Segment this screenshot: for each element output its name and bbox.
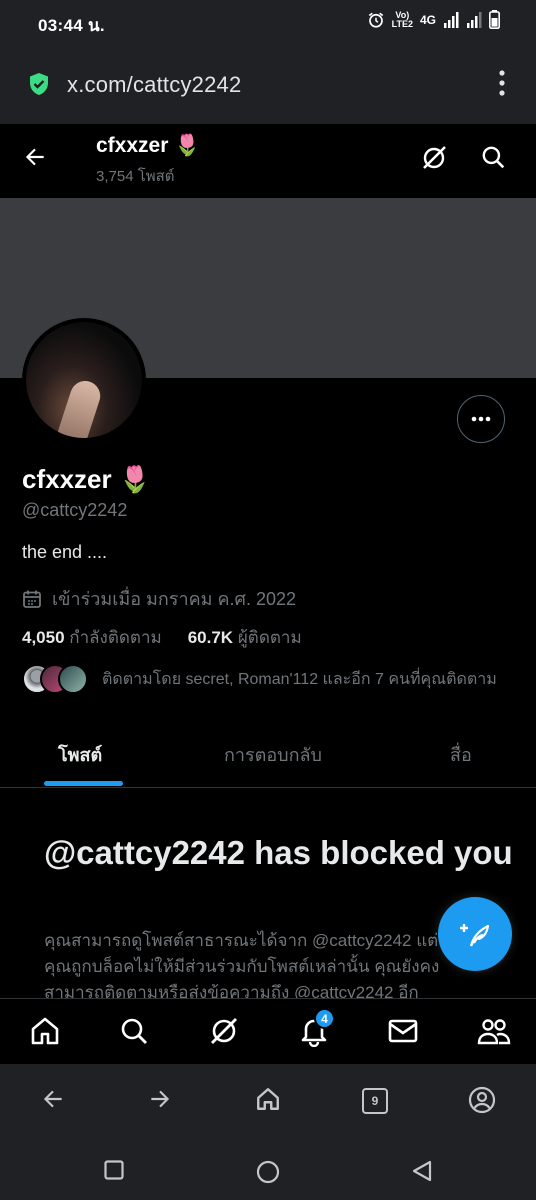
account-icon[interactable] bbox=[468, 1086, 496, 1114]
followers-link[interactable]: 60.7K ผู้ติดตาม bbox=[188, 624, 302, 651]
bottom-navigation: 4 bbox=[0, 998, 536, 1064]
followed-by-text: ติดตามโดย secret, Roman'112 และอีก 7 คนท… bbox=[102, 670, 497, 688]
signal-icon-2 bbox=[467, 11, 482, 28]
profile-bio: the end .... bbox=[22, 542, 108, 562]
header-name: cfxxzer 🌷 bbox=[96, 134, 201, 157]
status-bar: 03:44 น. Vo) LTE2 4G bbox=[0, 0, 536, 44]
following-count: 4,050 bbox=[22, 628, 65, 647]
tab-media[interactable]: สื่อ bbox=[450, 740, 472, 769]
volte-indicator: Vo) LTE2 bbox=[391, 9, 413, 29]
alarm-icon bbox=[368, 12, 383, 28]
following-link[interactable]: 4,050 กำลังติดตาม bbox=[22, 624, 162, 651]
profile-header: cfxxzer 🌷 3,754 โพสต์ bbox=[0, 124, 536, 198]
tab-switcher-button[interactable]: 9 bbox=[362, 1088, 388, 1114]
browser-url-bar[interactable]: x.com/cattcy2242 bbox=[0, 44, 536, 124]
browser-back-icon[interactable] bbox=[40, 1086, 66, 1112]
back-arrow-icon[interactable] bbox=[22, 144, 48, 170]
followers-label: ผู้ติดตาม bbox=[237, 628, 302, 647]
system-navigation bbox=[0, 1140, 536, 1200]
more-options-button[interactable] bbox=[457, 395, 505, 443]
follow-stats: 4,050 กำลังติดตาม 60.7K ผู้ติดตาม bbox=[22, 624, 302, 651]
messages-icon[interactable] bbox=[387, 1015, 419, 1047]
browser-forward-icon[interactable] bbox=[147, 1086, 173, 1112]
tab-replies[interactable]: การตอบกลับ bbox=[224, 740, 322, 769]
blocked-title: @cattcy2242 has blocked you bbox=[44, 834, 513, 871]
communities-icon[interactable] bbox=[477, 1015, 511, 1047]
secure-shield-icon[interactable] bbox=[28, 72, 50, 96]
compose-feather-icon bbox=[460, 924, 490, 947]
grok-icon[interactable] bbox=[420, 144, 448, 172]
join-date: เข้าร่วมเมื่อ มกราคม ค.ศ. 2022 bbox=[22, 584, 296, 613]
system-home-icon[interactable] bbox=[256, 1160, 280, 1184]
profile-handle: @cattcy2242 bbox=[22, 500, 128, 520]
search-icon[interactable] bbox=[480, 144, 506, 170]
blocked-description: คุณสามารถดูโพสต์สาธารณะได้จาก @cattcy224… bbox=[44, 931, 440, 1002]
calendar-icon bbox=[23, 590, 41, 608]
home-icon[interactable] bbox=[29, 1015, 61, 1047]
notification-badge: 4 bbox=[314, 1008, 335, 1029]
url-text[interactable]: x.com/cattcy2242 bbox=[67, 72, 241, 98]
avatar[interactable] bbox=[22, 318, 146, 442]
signal-icon bbox=[444, 11, 459, 28]
post-count: 3,754 โพสต์ bbox=[96, 168, 175, 185]
follower-avatar bbox=[58, 664, 88, 694]
follower-avatars bbox=[22, 664, 88, 694]
browser-home-icon[interactable] bbox=[255, 1086, 281, 1112]
search-icon[interactable] bbox=[118, 1015, 150, 1047]
following-label: กำลังติดตาม bbox=[69, 628, 162, 647]
browser-menu-icon[interactable] bbox=[498, 70, 506, 96]
compose-post-button[interactable] bbox=[438, 897, 512, 971]
network-type: 4G bbox=[419, 12, 436, 27]
tab-posts[interactable]: โพสต์ bbox=[58, 740, 102, 769]
followers-count: 60.7K bbox=[187, 628, 234, 647]
join-date-text: เข้าร่วมเมื่อ มกราคม ค.ศ. 2022 bbox=[52, 589, 296, 609]
system-back-icon[interactable] bbox=[412, 1160, 432, 1182]
status-icons: Vo) LTE2 4G bbox=[367, 10, 500, 29]
battery-icon bbox=[489, 10, 500, 29]
recents-icon[interactable] bbox=[104, 1160, 124, 1180]
active-tab-indicator bbox=[44, 781, 123, 786]
followed-by[interactable]: ติดตามโดย secret, Roman'112 และอีก 7 คนท… bbox=[22, 664, 497, 694]
more-dots-icon bbox=[471, 416, 491, 422]
status-time: 03:44 น. bbox=[38, 16, 105, 35]
profile-tabs: โพสต์ การตอบกลับ สื่อ bbox=[0, 718, 536, 788]
browser-toolbar bbox=[0, 1064, 536, 1140]
display-name: cfxxzer 🌷 bbox=[22, 464, 152, 494]
grok-icon[interactable] bbox=[208, 1015, 240, 1047]
